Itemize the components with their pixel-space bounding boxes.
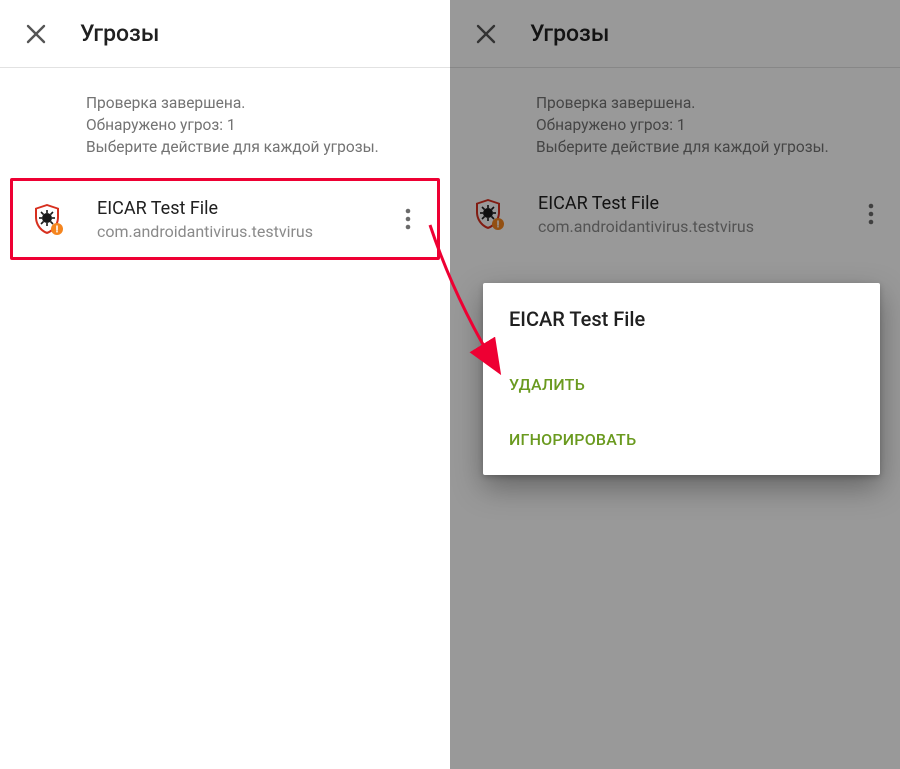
threat-name: EICAR Test File <box>538 192 854 215</box>
threat-texts: EICAR Test File com.androidantivirus.tes… <box>97 197 391 241</box>
summary-line: Выберите действие для каждой угрозы. <box>536 136 880 158</box>
threat-shield-icon <box>470 196 506 232</box>
threat-overflow-button[interactable] <box>854 194 888 234</box>
threat-package: com.androidantivirus.testvirus <box>97 222 391 241</box>
summary-line: Обнаружено угроз: 1 <box>536 114 880 136</box>
summary-line: Выберите действие для каждой угрозы. <box>86 136 430 158</box>
menu-item-delete[interactable]: УДАЛИТЬ <box>509 357 854 412</box>
threat-overflow-button[interactable] <box>391 199 425 239</box>
threat-shield-icon <box>29 201 65 237</box>
close-icon <box>475 23 497 45</box>
scan-summary: Проверка завершена. Обнаружено угроз: 1 … <box>450 68 900 178</box>
overflow-icon <box>405 208 411 230</box>
summary-line: Обнаружено угроз: 1 <box>86 114 430 136</box>
threat-row[interactable]: EICAR Test File com.androidantivirus.tes… <box>13 183 437 255</box>
threat-action-menu: EICAR Test File УДАЛИТЬ ИГНОРИРОВАТЬ <box>483 283 880 475</box>
threats-screen-before: Угрозы Проверка завершена. Обнаружено уг… <box>0 0 450 769</box>
summary-line: Проверка завершена. <box>86 92 430 114</box>
threat-package: com.androidantivirus.testvirus <box>538 217 854 236</box>
threat-name: EICAR Test File <box>97 197 391 220</box>
close-button[interactable] <box>472 20 500 48</box>
scan-summary: Проверка завершена. Обнаружено угроз: 1 … <box>0 68 450 178</box>
page-title: Угрозы <box>530 20 609 47</box>
threats-screen-menu-open: Угрозы Проверка завершена. Обнаружено уг… <box>450 0 900 769</box>
menu-title: EICAR Test File <box>509 307 854 331</box>
page-title: Угрозы <box>80 20 159 47</box>
close-icon <box>25 23 47 45</box>
threat-row[interactable]: EICAR Test File com.androidantivirus.tes… <box>450 178 900 250</box>
summary-line: Проверка завершена. <box>536 92 880 114</box>
threat-row-highlight: EICAR Test File com.androidantivirus.tes… <box>10 178 440 260</box>
threat-texts: EICAR Test File com.androidantivirus.tes… <box>538 192 854 236</box>
overflow-icon <box>868 203 874 225</box>
app-bar: Угрозы <box>450 0 900 68</box>
app-bar: Угрозы <box>0 0 450 68</box>
close-button[interactable] <box>22 20 50 48</box>
menu-item-ignore[interactable]: ИГНОРИРОВАТЬ <box>509 412 854 467</box>
